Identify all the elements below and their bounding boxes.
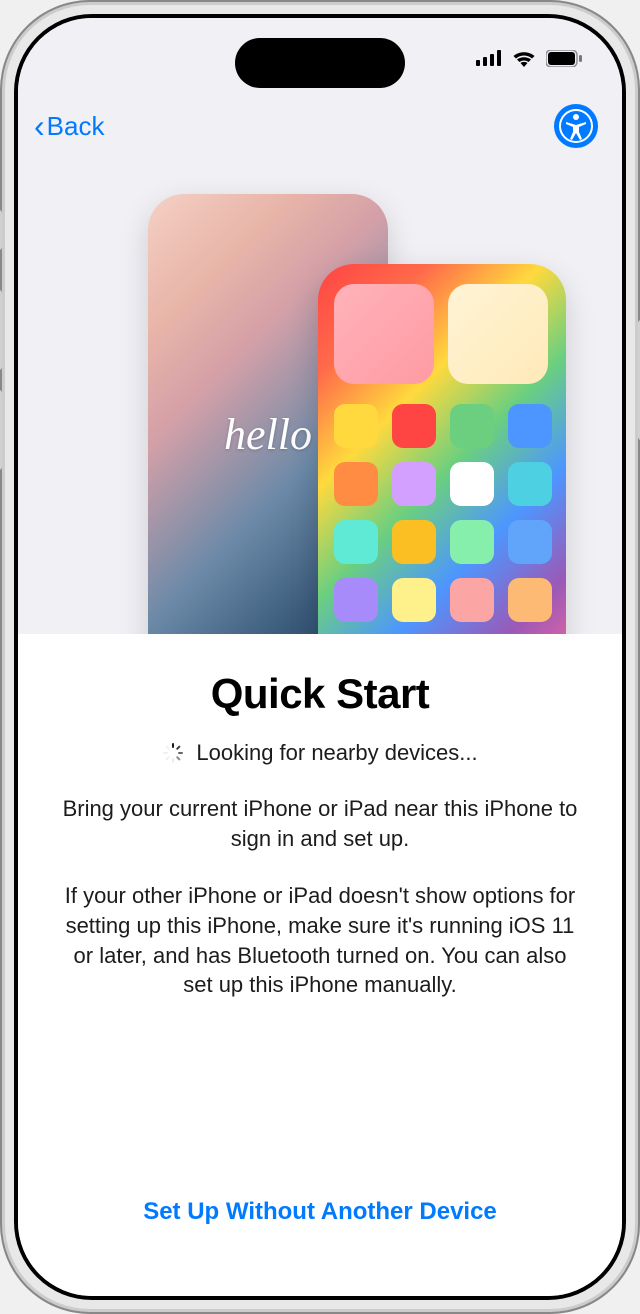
- status-text: Looking for nearby devices...: [196, 740, 477, 766]
- app-icon-mockup: [392, 578, 436, 622]
- existing-phone-mockup: [318, 264, 566, 634]
- app-icon-mockup: [334, 578, 378, 622]
- accessibility-button[interactable]: [554, 104, 598, 148]
- app-icon-mockup: [450, 462, 494, 506]
- page-title: Quick Start: [58, 670, 582, 718]
- navigation-bar: ‹ Back: [18, 98, 622, 154]
- primary-instruction: Bring your current iPhone or iPad near t…: [58, 794, 582, 853]
- app-icon-mockup: [450, 520, 494, 564]
- app-icon-mockup: [508, 520, 552, 564]
- accessibility-icon: [558, 108, 594, 144]
- setup-without-device-button[interactable]: Set Up Without Another Device: [58, 1168, 582, 1276]
- volume-down-button: [0, 390, 2, 470]
- content-area: Quick Start: [18, 634, 622, 1296]
- phone-bezel: ‹ Back hello: [14, 14, 626, 1300]
- hello-greeting: hello: [224, 409, 312, 460]
- app-icon-mockup: [508, 462, 552, 506]
- app-icon-mockup: [392, 520, 436, 564]
- chevron-left-icon: ‹: [34, 108, 45, 145]
- back-label: Back: [47, 111, 105, 142]
- app-icon-mockup: [392, 404, 436, 448]
- app-grid-mockup: [334, 404, 550, 622]
- dynamic-island: [235, 38, 405, 88]
- phone-hardware-frame: ‹ Back hello: [0, 0, 640, 1314]
- volume-up-button: [0, 290, 2, 370]
- searching-status: Looking for nearby devices...: [58, 740, 582, 766]
- widget-row: [334, 284, 550, 384]
- app-icon-mockup: [334, 520, 378, 564]
- back-button[interactable]: ‹ Back: [34, 108, 104, 145]
- screen: ‹ Back hello: [18, 18, 622, 1296]
- spinner-icon: [162, 742, 184, 764]
- hero-illustration: hello: [18, 154, 622, 634]
- secondary-instruction: If your other iPhone or iPad doesn't sho…: [58, 881, 582, 1000]
- battery-icon: [546, 50, 582, 67]
- app-icon-mockup: [450, 404, 494, 448]
- app-icon-mockup: [508, 578, 552, 622]
- cellular-signal-icon: [476, 50, 502, 66]
- app-icon-mockup: [508, 404, 552, 448]
- wifi-icon: [512, 50, 536, 67]
- widget-mockup: [334, 284, 434, 384]
- widget-mockup: [448, 284, 548, 384]
- app-icon-mockup: [334, 404, 378, 448]
- app-icon-mockup: [450, 578, 494, 622]
- app-icon-mockup: [334, 462, 378, 506]
- silent-switch: [0, 210, 2, 250]
- app-icon-mockup: [392, 462, 436, 506]
